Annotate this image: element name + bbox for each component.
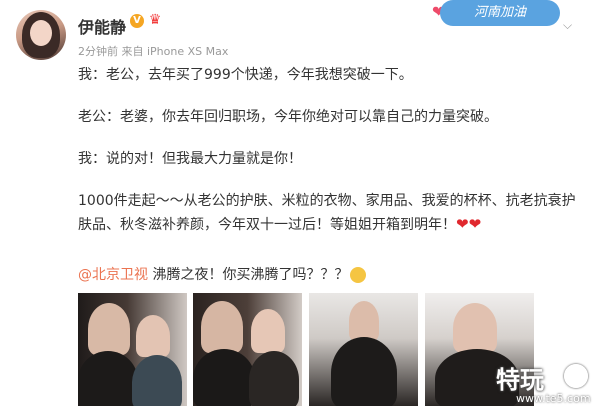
photo-figure (249, 351, 299, 406)
heart-icons: ❤❤ (456, 215, 482, 233)
photo-figure (193, 349, 255, 406)
username[interactable]: 伊能静 (78, 14, 126, 38)
photo-3[interactable] (309, 293, 418, 406)
photo-figure (331, 337, 397, 406)
photo-figure (78, 351, 138, 406)
photo-figure (453, 303, 497, 353)
watermark-logo-icon (564, 364, 588, 388)
post-paragraph: 1000件走起～～从老公的护肤、米粒的衣物、家用品、我爱的杯杯、抗老抗衰护 (78, 193, 576, 209)
watermark-url: www.te5.com (516, 392, 591, 405)
mention-link[interactable]: @北京卫视 (78, 267, 148, 283)
watermark-title: 特玩 (496, 366, 544, 394)
avatar[interactable] (16, 10, 66, 60)
photo-1[interactable] (78, 293, 187, 406)
post-paragraph-text: 肤品、秋冬滋补养颜，今年双十一过后！等姐姐开箱到明年！ (78, 217, 456, 233)
weibo-post: 伊能静 V ♛ 2分钟前 来自 iPhone XS Max ❤ 河南加油 ⌵ 我… (0, 0, 600, 413)
thinking-emoji-icon (350, 267, 367, 283)
post-paragraph: 我：说的对！但我最大力量就是你！ (78, 151, 302, 167)
post-paragraph: 我：老公，去年买了999个快递，今年我想突破一下。 (78, 67, 413, 83)
post-content: 我：老公，去年买了999个快递，今年我想突破一下。 老公：老婆，你去年回归职场，… (78, 64, 588, 237)
avatar-face (30, 20, 52, 46)
photo-figure (349, 301, 379, 341)
mention-text: 沸腾之夜！你买沸腾了吗？？？ (148, 267, 349, 283)
post-paragraph-cont: 肤品、秋冬滋补养颜，今年双十一过后！等姐姐开箱到明年！❤❤ (78, 213, 588, 237)
site-watermark: 特玩 www.te5.com (496, 360, 596, 410)
photo-figure (132, 355, 182, 406)
photo-figure (251, 309, 285, 353)
photo-figure (201, 301, 243, 353)
photo-2[interactable] (193, 293, 302, 406)
photo-figure (136, 315, 170, 357)
chevron-down-icon[interactable]: ⌵ (563, 18, 572, 33)
verified-icon: V (130, 14, 144, 28)
crown-icon: ♛ (148, 12, 162, 28)
post-paragraph: 老公：老婆，你去年回归职场，今年你绝对可以靠自己的力量突破。 (78, 109, 498, 125)
henan-banner: 河南加油 (440, 0, 560, 26)
photo-figure (88, 303, 130, 355)
post-meta: 2分钟前 来自 iPhone XS Max (78, 45, 229, 58)
mention-line: @北京卫视 沸腾之夜！你买沸腾了吗？？？ (78, 264, 367, 284)
